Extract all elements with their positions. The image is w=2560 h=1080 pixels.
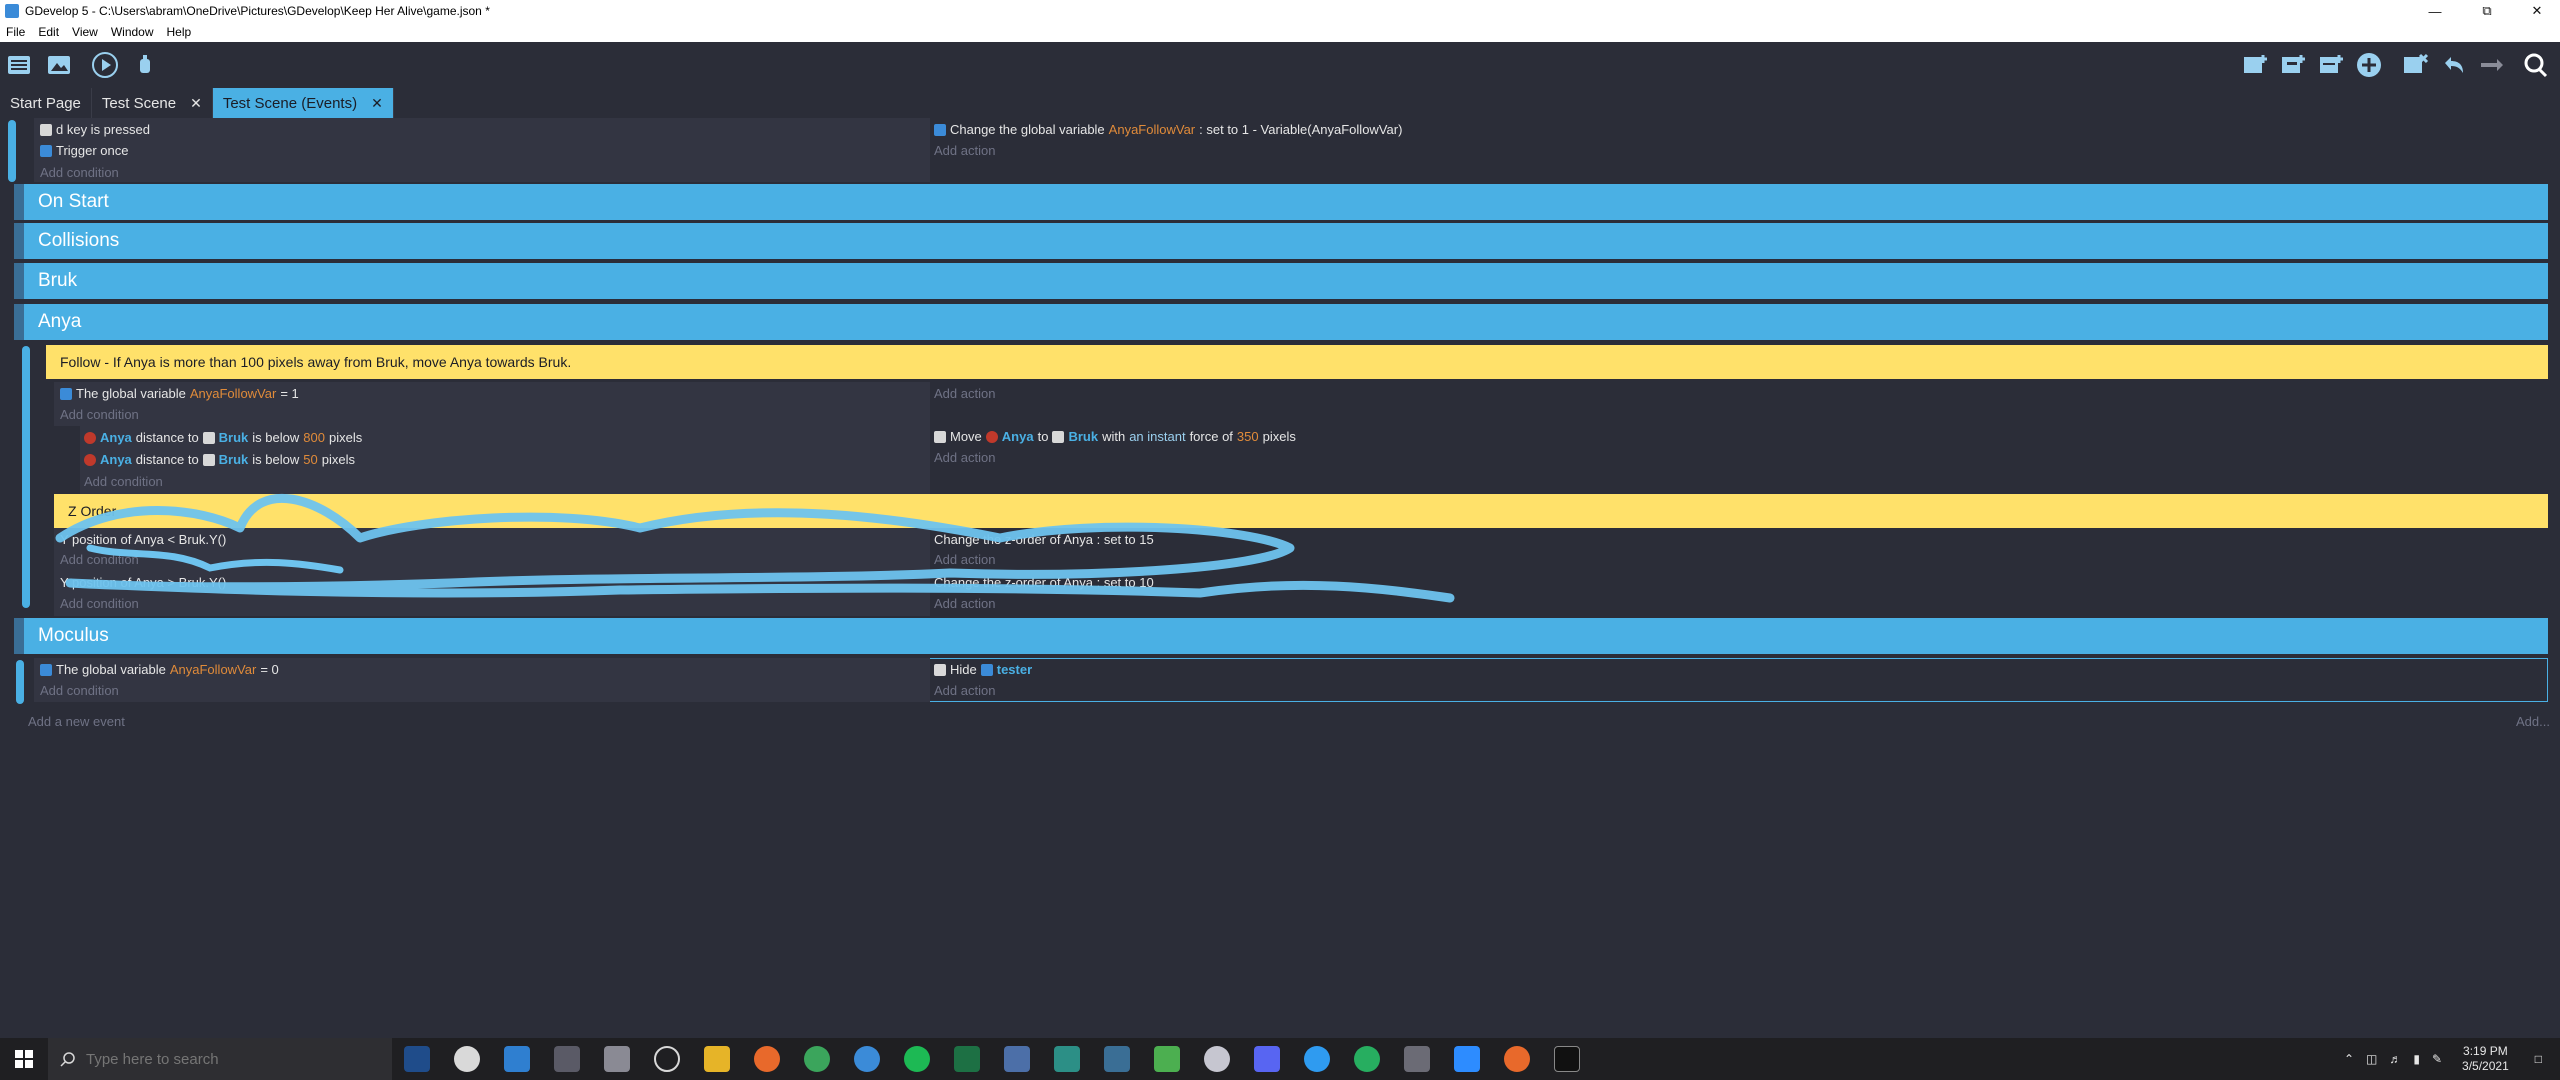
menu-file[interactable]: File — [6, 25, 25, 39]
add-event-button[interactable] — [2240, 50, 2270, 80]
search-icon — [60, 1052, 75, 1067]
tab-test-scene[interactable]: Test Scene ✕ — [92, 88, 213, 118]
add-new-event-link[interactable]: Add a new event — [28, 714, 125, 729]
firefox-icon[interactable] — [754, 1046, 780, 1072]
close-icon[interactable]: ✕ — [2514, 0, 2560, 22]
menu-bar: File Edit View Window Help — [0, 22, 2560, 42]
k-app-icon[interactable] — [1404, 1046, 1430, 1072]
redo-button[interactable] — [2476, 50, 2506, 80]
gdevelop-taskbar-icon[interactable] — [1104, 1046, 1130, 1072]
editor-tabs: Start Page Test Scene ✕ Test Scene (Event… — [0, 88, 2560, 118]
event-selection-bar — [16, 660, 24, 704]
search-icon — [2524, 53, 2548, 78]
volume-icon[interactable]: ♬ — [2389, 1052, 2401, 1066]
preview-button[interactable] — [90, 50, 120, 80]
debugger-button[interactable] — [130, 50, 160, 80]
start-button[interactable] — [0, 1038, 48, 1080]
tester-object-icon — [980, 663, 993, 676]
debug-icon — [140, 55, 150, 73]
window-title: GDevelop 5 - C:\Users\abram\OneDrive\Pic… — [25, 4, 490, 18]
search-events-button[interactable] — [2520, 50, 2550, 80]
system-tray: ⌃ ◫ ♬ ▮ ✎ 3:19 PM 3/5/2021 □ — [2344, 1038, 2560, 1080]
menu-view[interactable]: View — [72, 25, 98, 39]
delete-event-button[interactable] — [2400, 50, 2430, 80]
undo-icon — [2445, 57, 2463, 73]
onedrive-icon[interactable] — [1304, 1046, 1330, 1072]
editor-icon[interactable] — [504, 1046, 530, 1072]
delete-event-icon — [2404, 53, 2429, 73]
menu-help[interactable]: Help — [167, 25, 192, 39]
clock-date: 3/5/2021 — [2462, 1059, 2509, 1073]
gdevelop-app-icon — [5, 4, 19, 18]
printer-icon[interactable] — [604, 1046, 630, 1072]
clock-time: 3:19 PM — [2463, 1044, 2508, 1058]
project-manager-icon — [8, 56, 30, 74]
discord-icon[interactable] — [1254, 1046, 1280, 1072]
play-icon — [92, 52, 118, 78]
feedback-icon[interactable] — [654, 1046, 680, 1072]
powershell-icon[interactable] — [404, 1046, 430, 1072]
windows-taskbar: ⌃ ◫ ♬ ▮ ✎ 3:19 PM 3/5/2021 □ — [0, 1038, 2560, 1080]
minimize-icon[interactable]: — — [2412, 0, 2458, 22]
hide-icon — [934, 663, 946, 676]
add-circle-icon — [2357, 53, 2381, 77]
close-tab-icon[interactable]: ✕ — [371, 95, 383, 112]
condition-global-variable-zero[interactable]: The global variable AnyaFollowVar = 0 — [40, 662, 279, 677]
events-sheet[interactable]: d key is pressed Trigger once Add condit… — [0, 118, 2560, 1038]
app-icon[interactable] — [454, 1046, 480, 1072]
chrome-icon[interactable] — [804, 1046, 830, 1072]
sliders-icon[interactable] — [1004, 1046, 1030, 1072]
file-explorer-icon[interactable] — [704, 1046, 730, 1072]
terminal-icon[interactable] — [1554, 1046, 1580, 1072]
add-sub-event-icon — [2282, 55, 2305, 73]
group-edge — [14, 618, 24, 654]
m-app-icon[interactable] — [1054, 1046, 1080, 1072]
restore-icon[interactable]: ⧉ — [2464, 0, 2510, 22]
undo-button[interactable] — [2438, 50, 2468, 80]
windows-logo-icon — [15, 1050, 33, 1068]
group-moculus[interactable]: Moculus — [24, 618, 2548, 654]
redo-icon — [2481, 59, 2503, 71]
open-scene-button[interactable] — [44, 50, 74, 80]
menu-window[interactable]: Window — [111, 25, 154, 39]
clock[interactable]: 3:19 PM 3/5/2021 — [2462, 1044, 2509, 1074]
zoom-icon[interactable] — [1454, 1046, 1480, 1072]
excel-icon[interactable] — [954, 1046, 980, 1072]
add-comment-icon — [2320, 55, 2343, 73]
toolbar — [0, 42, 2560, 88]
menu-edit[interactable]: Edit — [38, 25, 59, 39]
add-event-icon — [2244, 55, 2267, 73]
add-condition-link[interactable]: Add condition — [40, 683, 119, 698]
add-other-button[interactable] — [2354, 50, 2384, 80]
chevron-up-icon[interactable]: ⌃ — [2344, 1052, 2354, 1066]
green-app-icon[interactable] — [1354, 1046, 1380, 1072]
spotify-icon[interactable] — [904, 1046, 930, 1072]
add-sub-event-button[interactable] — [2278, 50, 2308, 80]
window-title-bar[interactable]: GDevelop 5 - C:\Users\abram\OneDrive\Pic… — [0, 0, 2560, 22]
orange-app-icon[interactable] — [1504, 1046, 1530, 1072]
action-hide-tester[interactable]: Hide tester — [934, 662, 1032, 677]
pen-icon[interactable]: ✎ — [2432, 1052, 2442, 1066]
notifications-icon[interactable]: □ — [2535, 1052, 2542, 1066]
paint-icon[interactable] — [1204, 1046, 1230, 1072]
variable-icon — [40, 663, 52, 676]
calculator-icon[interactable] — [554, 1046, 580, 1072]
headphones-icon[interactable] — [854, 1046, 880, 1072]
network-icon[interactable]: ◫ — [2366, 1052, 2377, 1066]
add-more-link[interactable]: Add... — [2516, 714, 2550, 729]
add-action-link[interactable]: Add action — [934, 683, 995, 698]
grid-app-icon[interactable] — [1154, 1046, 1180, 1072]
scribble-overlay — [55, 493, 1455, 603]
tab-start-page[interactable]: Start Page — [0, 88, 92, 118]
close-tab-icon[interactable]: ✕ — [190, 95, 202, 112]
taskbar-search[interactable] — [48, 1038, 392, 1080]
event-actions-frame — [930, 658, 2548, 702]
add-comment-button[interactable] — [2316, 50, 2346, 80]
tab-test-scene-events[interactable]: Test Scene (Events) ✕ — [212, 88, 394, 118]
project-manager-button[interactable] — [4, 50, 34, 80]
scene-icon — [48, 56, 70, 74]
battery-icon[interactable]: ▮ — [2413, 1052, 2420, 1066]
taskbar-search-input[interactable] — [86, 1050, 366, 1068]
